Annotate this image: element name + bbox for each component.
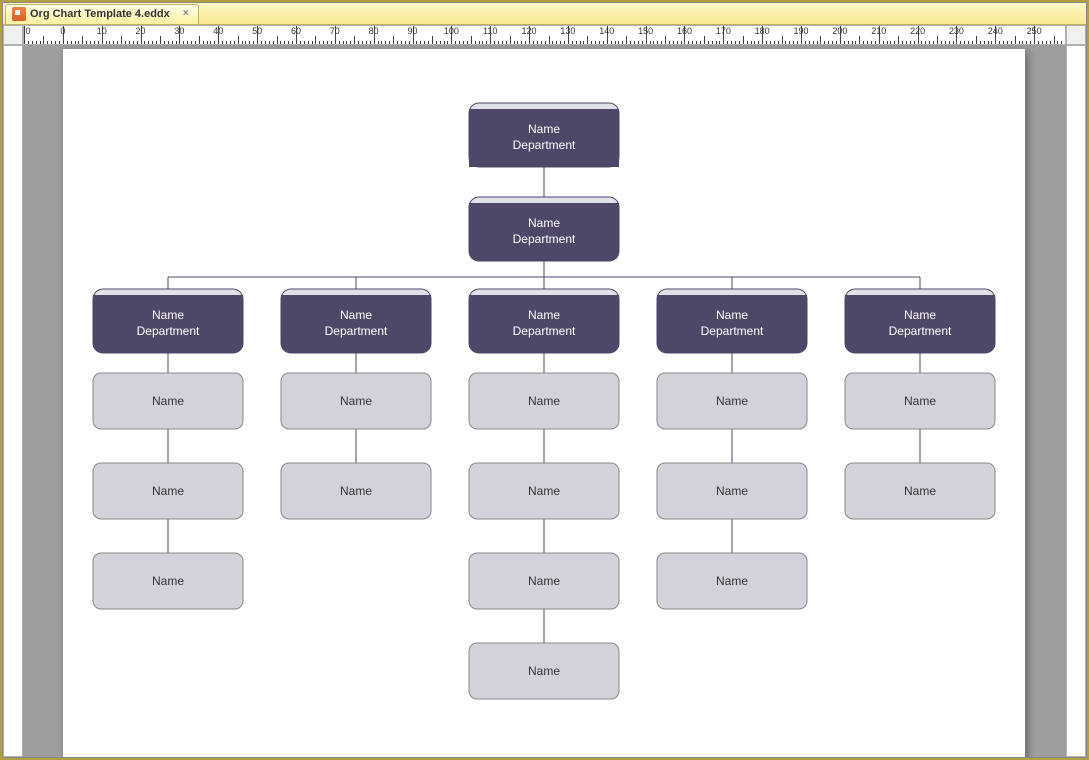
svg-text:Name: Name (528, 394, 560, 408)
ruler-corner-left (3, 25, 23, 45)
svg-text:Name: Name (904, 484, 936, 498)
node-name: Name (904, 308, 936, 322)
node-name: Name (716, 308, 748, 322)
svg-text:Name: Name (716, 574, 748, 588)
node-name: Name (152, 308, 184, 322)
node-dept: Department (513, 324, 576, 338)
svg-text:Name: Name (528, 664, 560, 678)
ruler-corner-right (1066, 25, 1086, 45)
org-node-dept-4[interactable]: Name Department (845, 289, 995, 353)
org-node-child[interactable]: Name (469, 553, 619, 609)
org-node-child[interactable]: Name (657, 463, 807, 519)
svg-text:Name: Name (152, 574, 184, 588)
node-dept: Department (513, 232, 576, 246)
org-node-child[interactable]: Name (281, 463, 431, 519)
org-node-child[interactable]: Name (657, 553, 807, 609)
org-node-child[interactable]: Name (93, 463, 243, 519)
document-tab[interactable]: Org Chart Template 4.eddx × (5, 4, 199, 24)
close-icon[interactable]: × (180, 8, 192, 20)
org-node-dept-3[interactable]: Name Department (657, 289, 807, 353)
org-node-level1[interactable]: Name Department (469, 197, 619, 261)
org-node-child[interactable]: Name (469, 373, 619, 429)
org-node-child[interactable]: Name (93, 553, 243, 609)
node-name: Name (528, 122, 560, 136)
svg-text:Name: Name (152, 484, 184, 498)
node-name: Name (528, 216, 560, 230)
org-node-root[interactable]: Name Department (469, 103, 619, 167)
org-node-child[interactable]: Name (93, 373, 243, 429)
svg-text:Name: Name (152, 394, 184, 408)
node-name: Name (528, 308, 560, 322)
node-dept: Department (137, 324, 200, 338)
svg-text:Name: Name (340, 484, 372, 498)
svg-text:Name: Name (340, 394, 372, 408)
page[interactable]: Name Department Name Department N (63, 49, 1025, 757)
tab-title: Org Chart Template 4.eddx (30, 8, 170, 20)
org-node-dept-2[interactable]: Name Department (469, 289, 619, 353)
svg-text:Name: Name (528, 484, 560, 498)
org-node-dept-1[interactable]: Name Department (281, 289, 431, 353)
ruler-vertical-left[interactable] (3, 45, 23, 757)
node-dept: Department (701, 324, 764, 338)
org-node-dept-0[interactable]: Name Department (93, 289, 243, 353)
ruler-horizontal[interactable]: -100102030405060708090100110120130140150… (23, 25, 1066, 45)
node-dept: Department (325, 324, 388, 338)
svg-text:Name: Name (904, 394, 936, 408)
ruler-vertical-right[interactable] (1066, 45, 1086, 757)
org-chart-diagram: Name Department Name Department N (63, 49, 1025, 757)
svg-text:Name: Name (528, 574, 560, 588)
org-node-child[interactable]: Name (469, 643, 619, 699)
org-node-child[interactable]: Name (845, 373, 995, 429)
svg-text:Name: Name (716, 394, 748, 408)
org-node-child[interactable]: Name (469, 463, 619, 519)
node-dept: Department (889, 324, 952, 338)
document-icon (12, 7, 26, 21)
org-node-child[interactable]: Name (845, 463, 995, 519)
tab-bar: Org Chart Template 4.eddx × (3, 3, 1086, 25)
org-node-child[interactable]: Name (281, 373, 431, 429)
canvas[interactable]: Name Department Name Department N (23, 45, 1066, 757)
svg-text:Name: Name (716, 484, 748, 498)
node-name: Name (340, 308, 372, 322)
node-dept: Department (513, 138, 576, 152)
org-node-child[interactable]: Name (657, 373, 807, 429)
